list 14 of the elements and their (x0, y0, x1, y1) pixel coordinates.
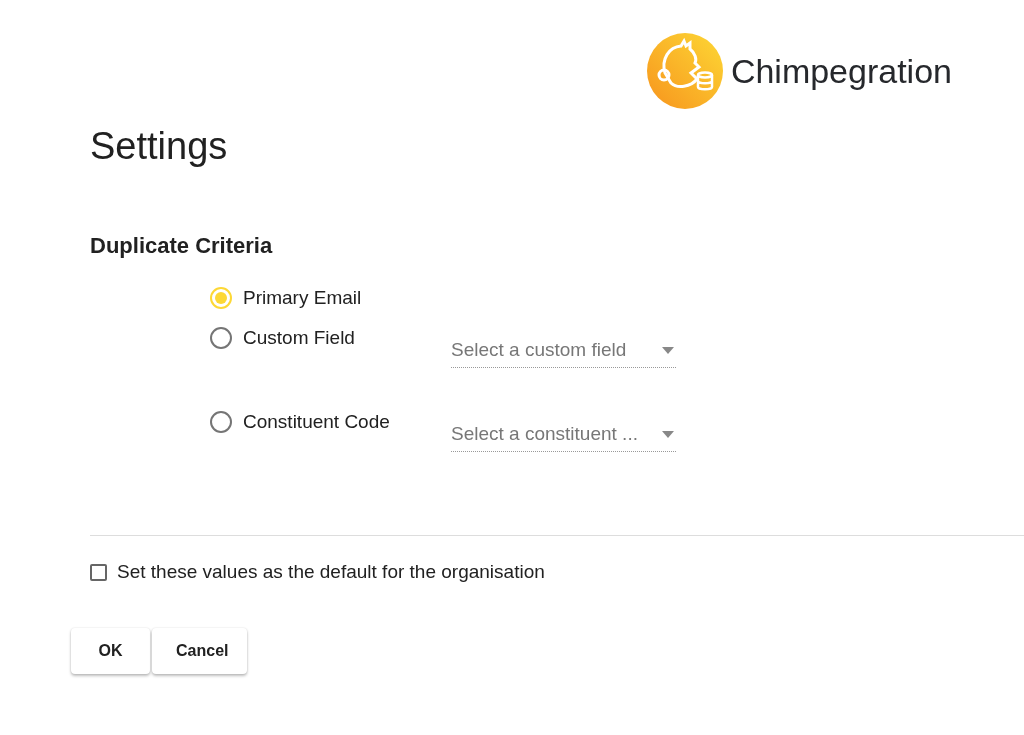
section-title: Duplicate Criteria (90, 233, 274, 259)
select-dropdown[interactable]: Select a custom field (451, 339, 676, 368)
caret-icon (662, 346, 674, 354)
radio-option[interactable]: Primary Email (210, 287, 451, 309)
brand-name: Chimpegration (730, 51, 952, 91)
monkey-logo-icon (646, 33, 723, 109)
select-dropdown[interactable]: Select a constituent ... (451, 423, 676, 452)
dialog-button[interactable]: Cancel (152, 628, 247, 674)
radio-option[interactable]: Constituent Code (210, 411, 451, 433)
page-title: Settings (90, 125, 229, 168)
default-checkbox[interactable]: Set these values as the default for the organisation (90, 561, 545, 583)
dialog-button[interactable]: OK (71, 628, 150, 674)
caret-icon (662, 430, 674, 438)
radio-option[interactable]: Custom Field (210, 327, 451, 349)
